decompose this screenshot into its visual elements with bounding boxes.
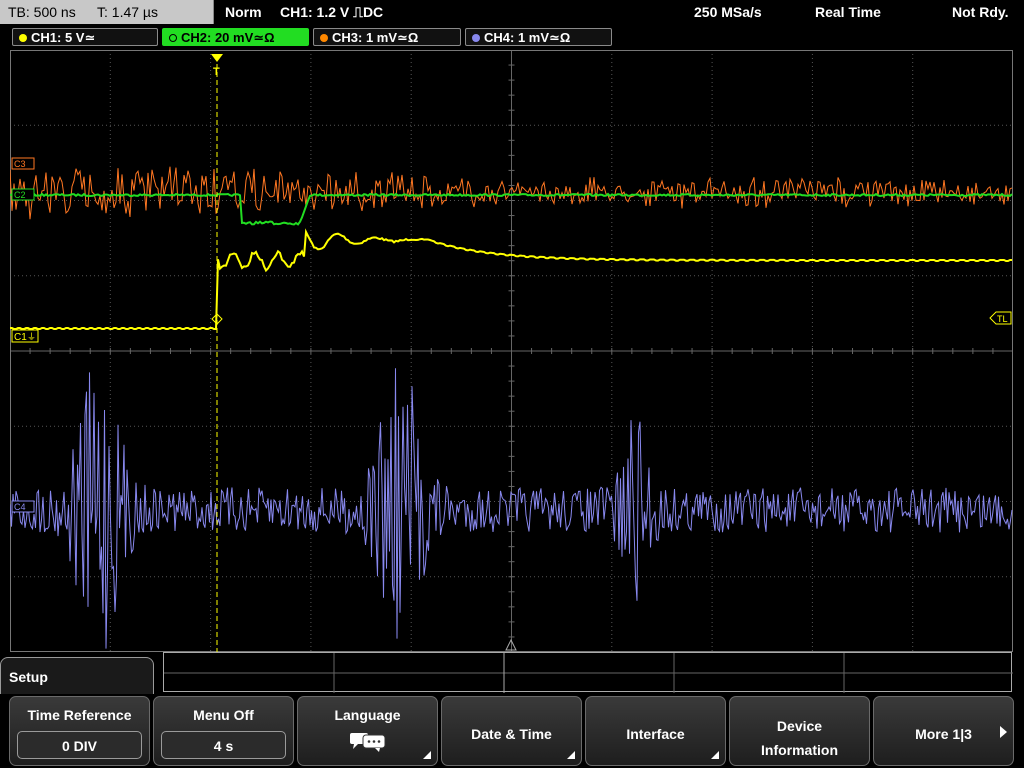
ground-icon: ⏚ bbox=[27, 332, 36, 343]
submenu-indicator-icon bbox=[567, 751, 575, 759]
interface-label: Interface bbox=[626, 726, 685, 742]
menu-title: Setup bbox=[9, 669, 48, 685]
overview-bar[interactable] bbox=[163, 652, 1013, 693]
channel-4-label: CH4: 1 mV≃Ω bbox=[484, 30, 571, 45]
trigger-level-label: TL bbox=[997, 314, 1008, 324]
menu-title-tab[interactable]: Setup bbox=[0, 657, 154, 697]
trigger-position-label: T bbox=[213, 66, 220, 78]
channel-1-dot-icon bbox=[19, 34, 27, 42]
time-reference-softkey[interactable]: Time Reference 0 DIV bbox=[9, 696, 150, 766]
menu-off-softkey[interactable]: Menu Off 4 s bbox=[153, 696, 294, 766]
submenu-indicator-icon bbox=[711, 751, 719, 759]
channel-3-dot-icon bbox=[320, 34, 328, 42]
menu-off-value: 4 s bbox=[161, 731, 286, 759]
channel-2-dot-icon bbox=[169, 34, 177, 42]
sample-rate: 250 MSa/s bbox=[694, 4, 762, 20]
trigger-level-marker[interactable]: TL bbox=[989, 311, 1012, 325]
channel-3-marker[interactable]: C3 bbox=[11, 157, 35, 170]
channel-2-marker-label: C2 bbox=[14, 190, 26, 200]
more-label: More 1|3 bbox=[915, 726, 972, 742]
channel-2-button[interactable]: CH2: 20 mV≃Ω bbox=[162, 28, 309, 46]
channel-3-marker-label: C3 bbox=[14, 159, 26, 169]
date-time-softkey[interactable]: Date & Time bbox=[441, 696, 582, 766]
interface-softkey[interactable]: Interface bbox=[585, 696, 726, 766]
channel-3-label: CH3: 1 mV≃Ω bbox=[332, 30, 419, 45]
more-softkey[interactable]: More 1|3 bbox=[873, 696, 1014, 766]
channel-1-marker[interactable]: C1 ⏚ bbox=[11, 329, 39, 343]
date-time-label: Date & Time bbox=[471, 726, 552, 742]
overview-grid bbox=[164, 653, 1013, 693]
channel-1-marker-label: C1 bbox=[14, 332, 27, 343]
channel-1-button[interactable]: CH1: 5 V≃ bbox=[12, 28, 158, 46]
device-information-softkey[interactable]: Device Information bbox=[729, 696, 870, 766]
timebase-box[interactable]: TB: 500 ns T: 1.47 µs bbox=[0, 0, 214, 24]
graticule bbox=[10, 50, 1013, 652]
softkey-bar: Time Reference 0 DIV Menu Off 4 s Langua… bbox=[0, 694, 1024, 768]
language-label: Language bbox=[334, 707, 401, 723]
trigger-time-readout: T: 1.47 µs bbox=[97, 4, 158, 20]
next-page-arrow-icon bbox=[1000, 726, 1007, 738]
menu-off-label: Menu Off bbox=[193, 707, 254, 723]
channel-bar: CH1: 5 V≃ CH2: 20 mV≃Ω CH3: 1 mV≃Ω CH4: … bbox=[0, 25, 1024, 48]
channel-2-marker[interactable]: C2 bbox=[11, 188, 35, 201]
time-reference-value: 0 DIV bbox=[17, 731, 142, 759]
waveform-display[interactable]: T C3 C2 C1 ⏚ C4 TL bbox=[10, 50, 1013, 652]
channel-4-dot-icon bbox=[472, 34, 480, 42]
status-bar: TB: 500 ns T: 1.47 µs Norm CH1: 1.2 V ⎍D… bbox=[0, 0, 1024, 25]
channel-4-marker[interactable]: C4 bbox=[11, 500, 35, 513]
trigger-mode[interactable]: Norm bbox=[225, 0, 262, 24]
time-reference-label: Time Reference bbox=[27, 707, 132, 723]
timebase-readout: TB: 500 ns bbox=[8, 4, 76, 20]
channel-1-label: CH1: 5 V≃ bbox=[31, 30, 96, 45]
trigger-source[interactable]: CH1: 1.2 V ⎍DC bbox=[280, 0, 383, 24]
submenu-indicator-icon bbox=[423, 751, 431, 759]
speech-bubbles-icon bbox=[350, 733, 386, 752]
channel-4-marker-label: C4 bbox=[14, 502, 26, 512]
channel-4-button[interactable]: CH4: 1 mV≃Ω bbox=[465, 28, 612, 46]
channel-2-label: CH2: 20 mV≃Ω bbox=[181, 30, 275, 45]
language-softkey[interactable]: Language bbox=[297, 696, 438, 766]
trigger-position-marker[interactable]: T bbox=[211, 54, 223, 78]
trigger-status: Not Rdy. bbox=[952, 4, 1009, 20]
waveform-canvas: T C3 C2 C1 ⏚ C4 TL bbox=[10, 50, 1013, 652]
channel-3-button[interactable]: CH3: 1 mV≃Ω bbox=[313, 28, 461, 46]
device-information-label: Device Information bbox=[761, 718, 838, 758]
acquisition-mode: Real Time bbox=[815, 4, 881, 20]
